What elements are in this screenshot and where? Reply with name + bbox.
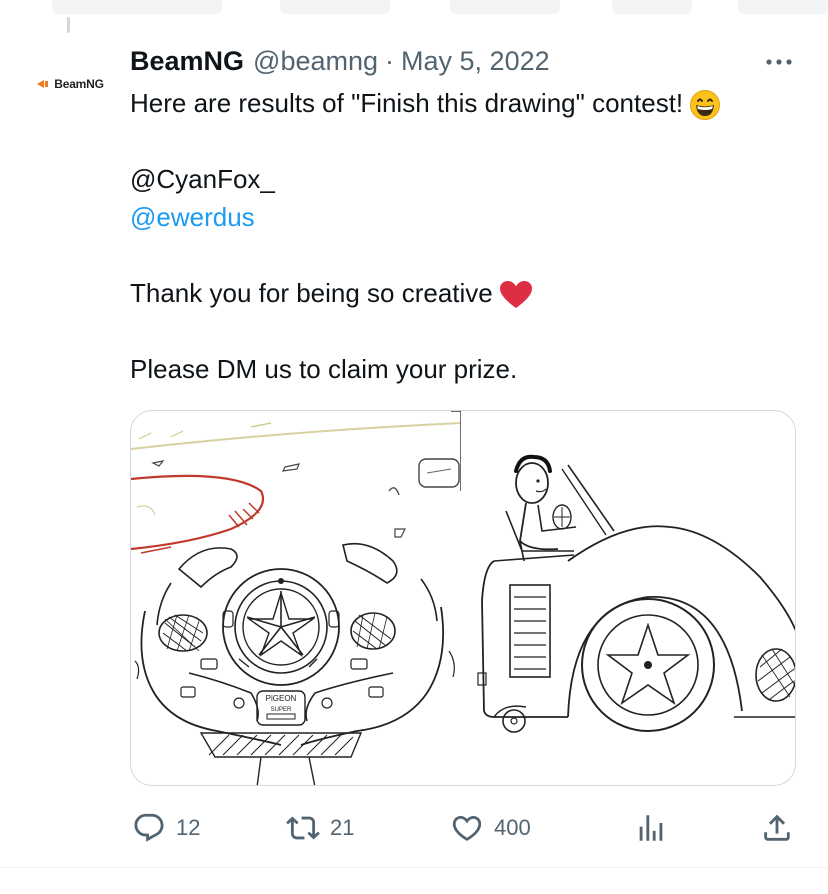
reply-count: 12 — [176, 815, 201, 840]
retweet-button[interactable]: 21 — [286, 808, 354, 848]
ghost-element — [612, 0, 692, 14]
analytics-icon — [639, 815, 663, 841]
avatar-logo-text: BeamNG — [54, 77, 104, 91]
like-button[interactable]: 400 — [450, 808, 531, 848]
tweet-divider — [0, 867, 828, 868]
mention-cyanfox[interactable]: @CyanFox_ — [130, 162, 275, 196]
tweet-text-line: Here are results of "Finish this drawing… — [130, 86, 721, 121]
car-driver-drawing — [477, 454, 795, 733]
more-icon — [766, 59, 792, 65]
share-icon — [764, 814, 790, 841]
ghost-element — [738, 0, 828, 14]
tweet-header: BeamNG @beamng · May 5, 2022 — [130, 44, 550, 78]
author-name[interactable]: BeamNG — [130, 46, 244, 77]
tweet-date[interactable]: May 5, 2022 — [401, 46, 550, 77]
tweet-media[interactable]: PiGEON SUPER — [130, 410, 796, 786]
mention-ewerdus[interactable]: @ewerdus — [130, 200, 255, 234]
beamng-logo-icon — [37, 80, 49, 88]
contest-announcement-text: Here are results of "Finish this drawing… — [130, 88, 684, 118]
wheel-badge-mid-text: SUPER — [271, 707, 292, 713]
ghost-element — [280, 0, 390, 14]
tweet-text-line: Thank you for being so creative — [130, 276, 533, 310]
ghost-element — [450, 0, 560, 14]
avatar[interactable]: BeamNG — [22, 54, 118, 114]
ghost-element — [52, 0, 222, 14]
heart-icon — [452, 815, 482, 841]
grinning-face-icon — [690, 90, 721, 121]
reply-icon — [134, 813, 164, 842]
views-button[interactable] — [634, 808, 668, 848]
retweet-icon — [286, 816, 320, 840]
thanks-text: Thank you for being so creative — [130, 278, 493, 308]
author-handle[interactable]: @beamng — [253, 46, 378, 77]
retweet-count: 21 — [330, 815, 355, 840]
wheel-badge-top-text: PiGEON — [266, 694, 297, 703]
drawing-car-driver[interactable] — [464, 411, 795, 785]
like-count: 400 — [494, 815, 531, 840]
red-heart-icon — [499, 281, 532, 309]
dm-instruction-text: Please DM us to claim your prize. — [130, 354, 518, 384]
steering-wheel-drawing: PiGEON SUPER — [131, 411, 461, 785]
more-options-button[interactable] — [762, 50, 796, 74]
share-button[interactable] — [760, 808, 794, 848]
header-separator: · — [385, 45, 395, 76]
thread-connector-line — [67, 17, 70, 33]
reply-button[interactable]: 12 — [132, 808, 200, 848]
tweet-actions: 12 21 400 — [0, 808, 828, 848]
previous-tweet-edge — [0, 0, 828, 16]
drawing-steering-wheel[interactable]: PiGEON SUPER — [131, 411, 461, 785]
